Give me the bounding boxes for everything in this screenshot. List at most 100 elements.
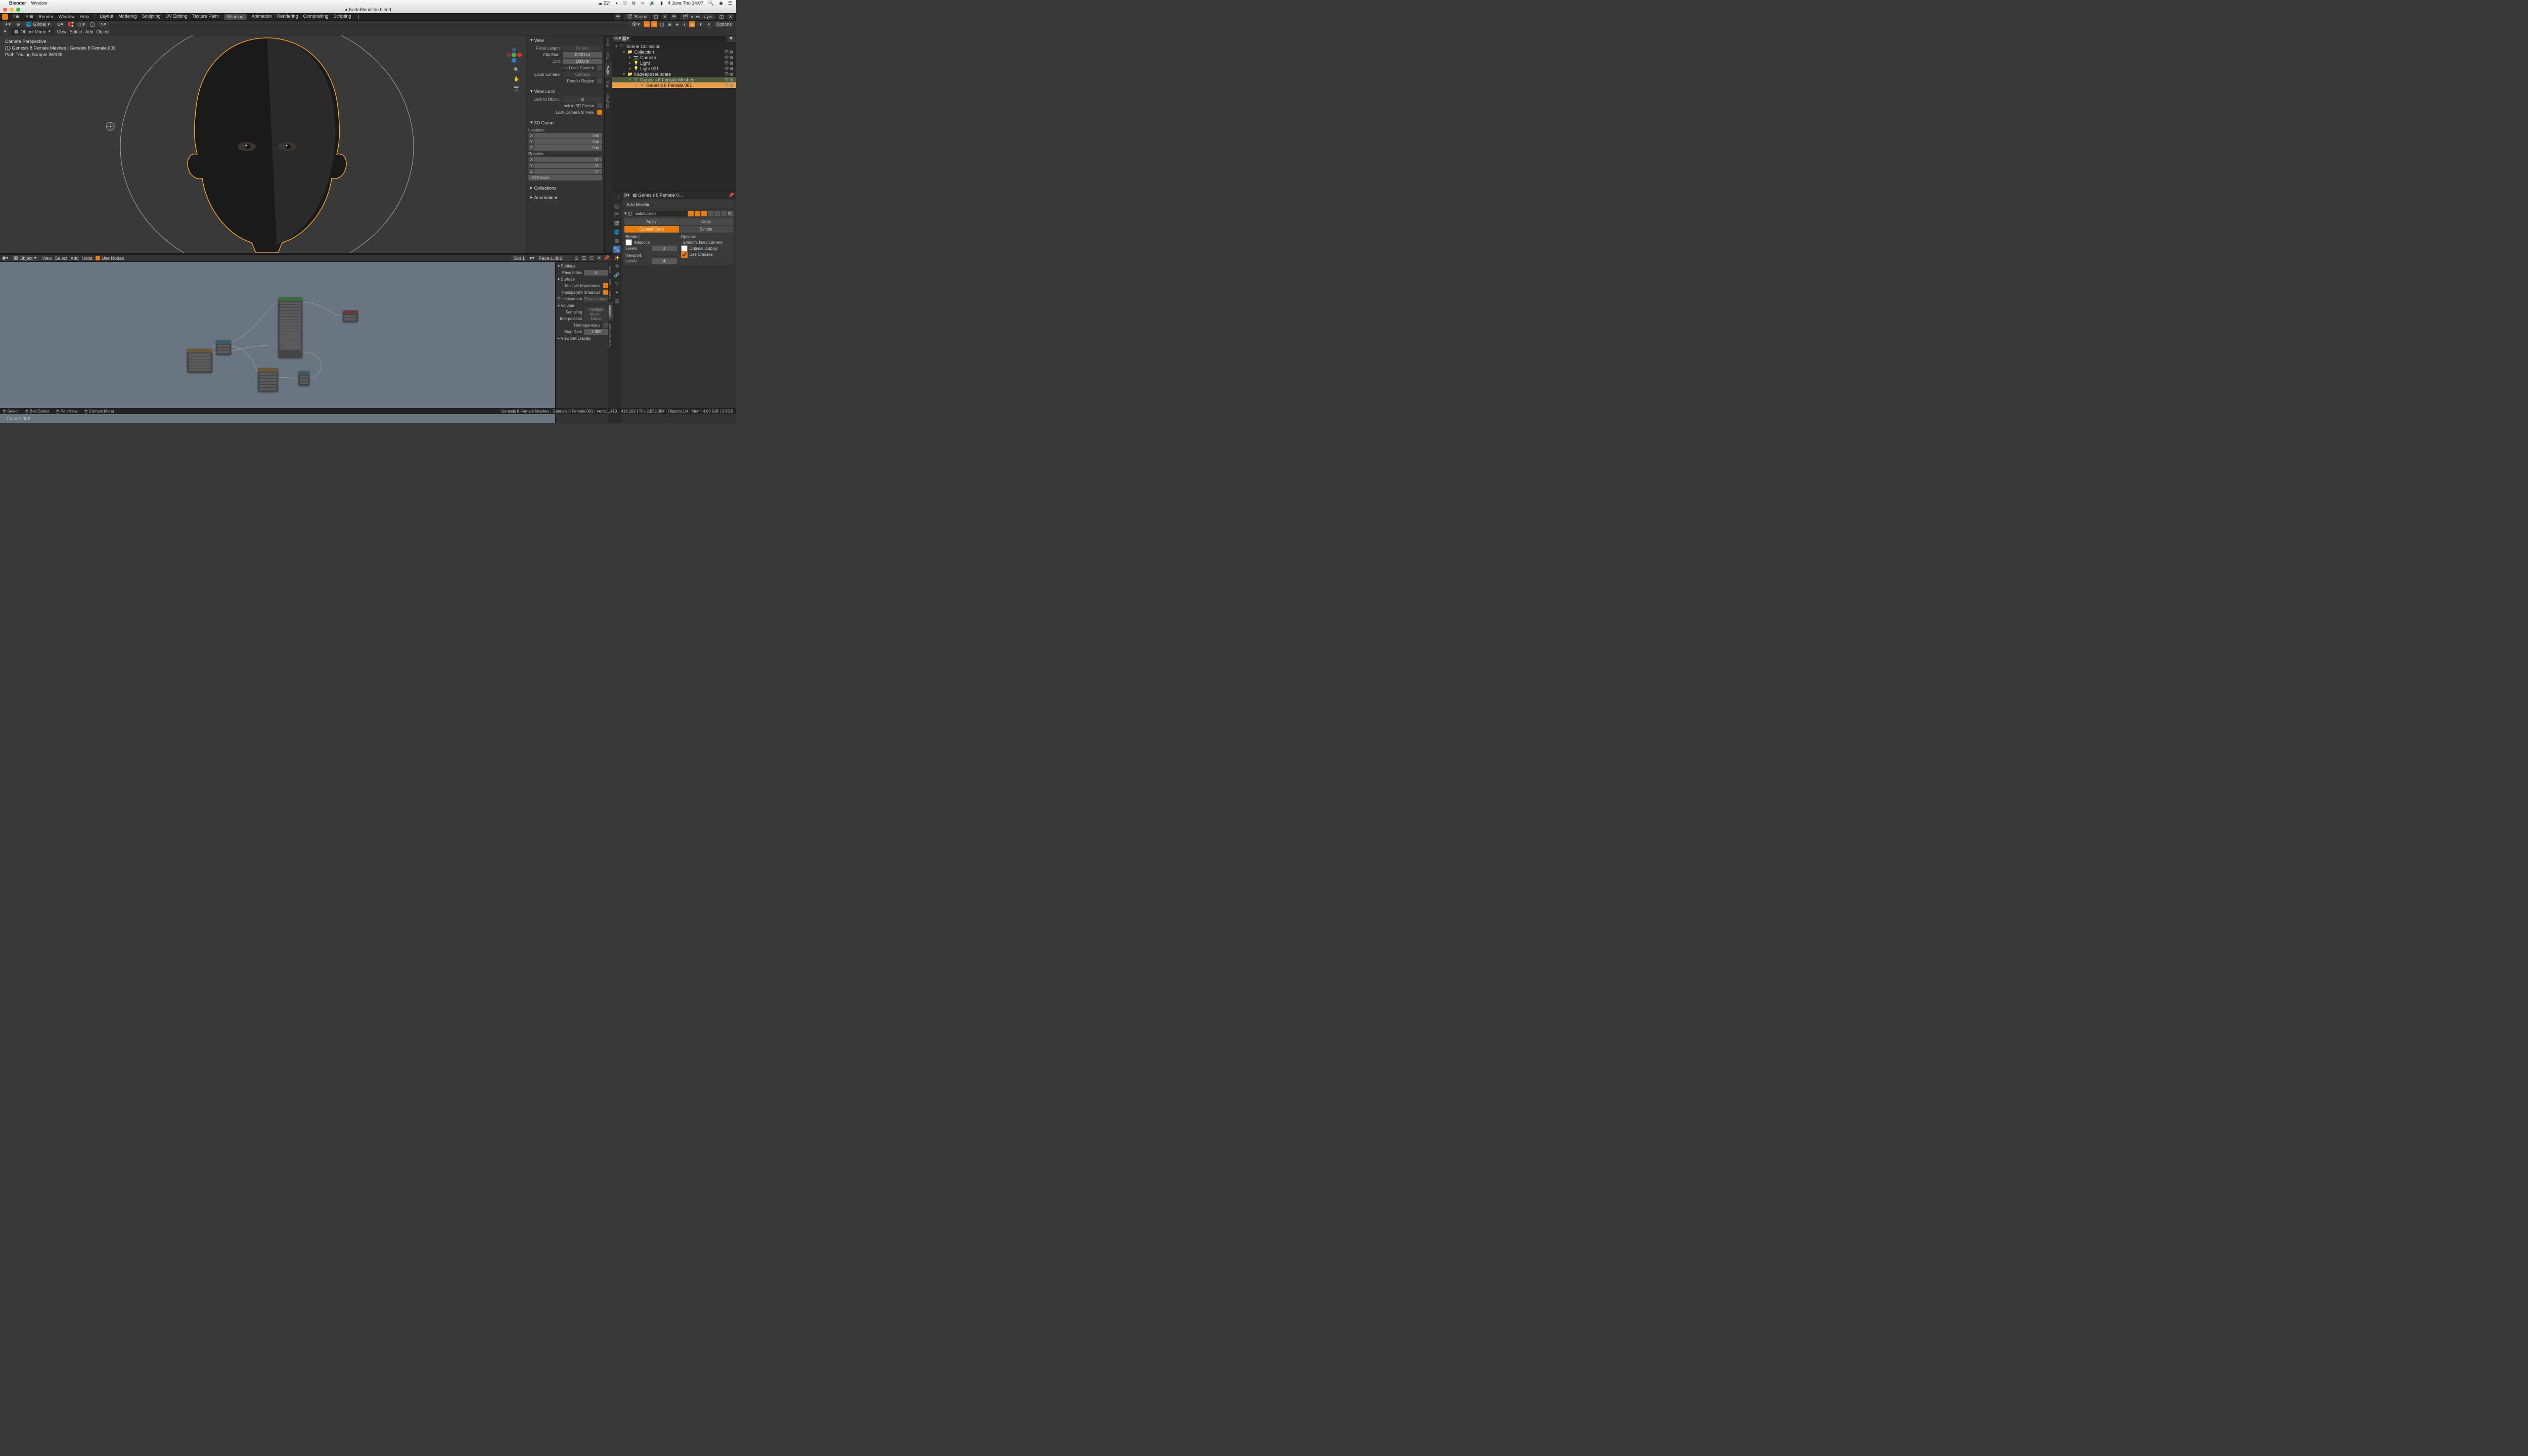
view3d-menu-view[interactable]: View: [57, 29, 66, 34]
loc-z[interactable]: 0 m: [534, 145, 602, 151]
material-name-field[interactable]: Face-1.002: [536, 255, 572, 261]
shader-node[interactable]: [298, 371, 309, 386]
outliner-item[interactable]: ▸▽Genesis 8 Female.001👁▦: [612, 82, 736, 88]
fullscreen-window-button[interactable]: [16, 8, 20, 12]
scene-selector[interactable]: 🎬 Scene: [623, 14, 650, 20]
orientation-selector[interactable]: 🌐 Global ▾: [23, 21, 53, 27]
workspace-tab[interactable]: Texture Paint: [192, 14, 219, 20]
principled-bsdf-node[interactable]: [278, 297, 302, 358]
camera-view-icon[interactable]: 📷: [513, 84, 521, 92]
siri-icon[interactable]: ◉: [719, 1, 723, 6]
3d-viewport[interactable]: Camera Perspective (1) Genesis 8 Female …: [0, 35, 612, 253]
duplicate-material-button[interactable]: ⎘: [589, 255, 595, 261]
shading-matprev[interactable]: ◐: [682, 21, 688, 27]
subsurf-simple-tab[interactable]: Simple: [679, 226, 734, 233]
outliner-search-input[interactable]: [630, 36, 726, 41]
add-modifier-button[interactable]: Add Modifier: [623, 201, 734, 208]
scene-new-button[interactable]: ◫: [652, 14, 659, 20]
pin-icon[interactable]: 📌: [729, 193, 734, 198]
battery-icon[interactable]: ▮: [660, 1, 663, 6]
section-3dcursor[interactable]: ▾ 3D Cursor: [528, 119, 602, 126]
proportional-toggle[interactable]: ◯: [89, 21, 96, 27]
editor-type-selector[interactable]: ◉▾: [2, 255, 8, 261]
prop-editor-selector[interactable]: ⚙▾: [623, 193, 629, 199]
outliner-item[interactable]: ▸💡Light👁▦: [612, 60, 736, 66]
prop-tab-object[interactable]: ▦: [613, 237, 620, 244]
weather-indicator[interactable]: ☁ 22°: [598, 1, 610, 6]
modifier-render-toggle[interactable]: [688, 211, 694, 216]
scene-delete-button[interactable]: ✕: [661, 14, 668, 20]
view3d-menu-select[interactable]: Select: [69, 29, 82, 34]
renderregion-checkbox[interactable]: [597, 78, 602, 83]
view3d-menu-add[interactable]: Add: [85, 29, 93, 34]
rotation-mode-selector[interactable]: XYZ Euler: [528, 175, 602, 180]
wifi-icon[interactable]: ᯤ: [641, 0, 645, 7]
shader-node[interactable]: [258, 368, 278, 392]
proportional-settings[interactable]: ∿▾: [98, 21, 109, 27]
modifier-realtime-toggle[interactable]: [695, 211, 700, 216]
node-menu-node[interactable]: Node: [81, 256, 93, 261]
use-creases-checkbox[interactable]: [681, 251, 688, 258]
menu-help[interactable]: Help: [80, 14, 89, 19]
rot-y[interactable]: 0°: [534, 163, 602, 168]
material-browse-button[interactable]: ●▾: [529, 255, 535, 261]
npanel-tab-3dprint[interactable]: 3D-Print: [605, 90, 612, 111]
localcam-value[interactable]: Camera: [563, 72, 602, 77]
navigation-gizmo[interactable]: [507, 48, 522, 63]
gizmo-toggle[interactable]: ⊹: [644, 21, 650, 27]
outliner-item[interactable]: ▸📷Camera👁▦: [612, 55, 736, 60]
use-nodes-checkbox[interactable]: [96, 256, 100, 260]
shading-dropdown[interactable]: ▾: [697, 21, 704, 27]
add-workspace-button[interactable]: ＋: [356, 14, 360, 20]
outliner-item[interactable]: ▾▽Genesis 8 Female Meshes👁▦: [612, 77, 736, 82]
workspace-tab[interactable]: Rendering: [277, 14, 298, 20]
modifier-move-up[interactable]: [714, 211, 720, 216]
node-tab-tool[interactable]: Tool: [608, 276, 613, 289]
blender-logo-icon[interactable]: [2, 14, 8, 20]
prop-tab-physics[interactable]: ⚗: [613, 263, 620, 270]
menu-file[interactable]: File: [13, 14, 21, 19]
snap-settings[interactable]: ◫▾: [76, 21, 87, 27]
step-value[interactable]: 1.000: [584, 329, 608, 335]
outliner-filter-button[interactable]: ▼: [728, 36, 734, 42]
shading-wireframe[interactable]: ⊞: [666, 21, 672, 27]
node-menu-select[interactable]: Select: [55, 256, 67, 261]
workspace-tab[interactable]: Modeling: [118, 14, 137, 20]
overlays-toggle[interactable]: ⊚: [651, 21, 657, 27]
modifier-expand-icon[interactable]: ▾: [624, 211, 627, 216]
material-slot-selector[interactable]: Slot 1: [511, 255, 527, 261]
section-annotations[interactable]: ▸ Annotations: [528, 194, 602, 201]
material-output-node[interactable]: [343, 310, 358, 322]
cursor-tool-icon[interactable]: ⊕: [15, 21, 21, 27]
npanel-tab-edit[interactable]: Edit: [605, 77, 612, 90]
viewlayer-new-button[interactable]: ◫: [718, 14, 725, 20]
zoom-tool-icon[interactable]: 🔍: [513, 66, 521, 74]
node-tab-view[interactable]: View: [608, 288, 613, 302]
pan-tool-icon[interactable]: ✋: [513, 75, 521, 83]
prop-tab-material[interactable]: ●: [613, 289, 620, 296]
transshadow-checkbox[interactable]: [603, 290, 608, 295]
lockobj-value[interactable]: ▦: [563, 97, 602, 102]
lockcam-checkbox[interactable]: [597, 110, 602, 115]
shading-rendered[interactable]: ◉: [689, 21, 695, 27]
prop-tab-render[interactable]: 🖵: [613, 194, 620, 201]
section-viewlock[interactable]: ▾ View Lock: [528, 87, 602, 95]
rot-z[interactable]: 0°: [534, 169, 602, 174]
clipstart-value[interactable]: 0.001 m: [563, 52, 602, 58]
node-tab-options[interactable]: Options: [608, 302, 613, 321]
prop-breadcrumb[interactable]: ▦ Genesis 8 Female 0…: [633, 193, 684, 198]
menu-edit[interactable]: Edit: [26, 14, 34, 19]
modifier-name-field[interactable]: Subdivision: [633, 211, 687, 216]
view3d-menu-object[interactable]: Object: [96, 29, 109, 34]
snap-toggle[interactable]: 🧲: [68, 21, 74, 27]
xray-toggle[interactable]: ◫: [659, 21, 665, 27]
close-window-button[interactable]: [3, 8, 7, 12]
outliner-root[interactable]: ▾🗀Scene Collection: [612, 43, 736, 49]
menu-window[interactable]: Window: [59, 14, 75, 19]
prop-tab-world[interactable]: 🌐: [613, 229, 620, 236]
shader-type-selector[interactable]: ▦ Object ▾: [11, 255, 39, 261]
axis-neg-icon[interactable]: [507, 53, 511, 57]
modifier-cage-toggle[interactable]: [708, 211, 713, 216]
workspace-tab[interactable]: Scripting: [333, 14, 351, 20]
levels-viewport-value[interactable]: 4: [652, 258, 677, 264]
